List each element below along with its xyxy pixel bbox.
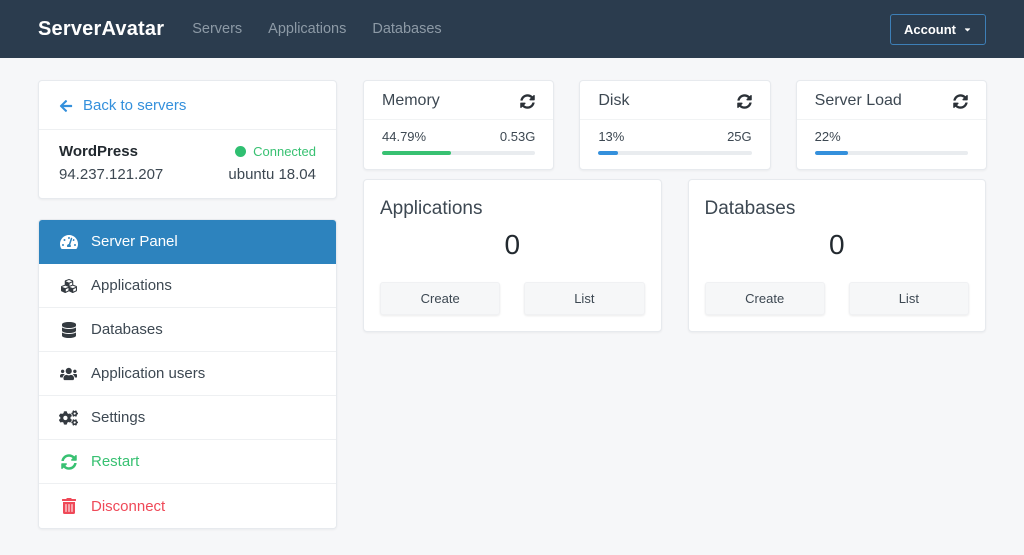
server-name: WordPress (59, 143, 138, 160)
applications-panel-title: Applications (380, 198, 483, 219)
server-info: WordPress Connected 94.237.121.207 ubunt… (39, 130, 336, 198)
refresh-icon (520, 93, 536, 109)
applications-list-button[interactable]: List (524, 282, 645, 315)
sidebar-item-settings[interactable]: Settings (39, 396, 336, 440)
databases-panel: Databases 0 Create List (687, 179, 986, 332)
applications-count: 0 (504, 229, 521, 260)
refresh-icon (736, 93, 752, 109)
sidebar-item-applications[interactable]: Applications (39, 264, 336, 308)
disk-refresh-button[interactable] (736, 93, 752, 109)
disk-value: 25G (727, 129, 752, 144)
brand-logo[interactable]: ServerAvatar (38, 18, 164, 41)
nav-links: Servers Applications Databases (192, 21, 441, 37)
server-info-card: Back to servers WordPress Connected 94.2… (38, 80, 337, 199)
sidebar-menu: Server Panel Applications Databases Appl… (38, 219, 337, 529)
tachometer-icon (59, 234, 78, 250)
memory-progress-bar (382, 151, 536, 155)
sync-icon (59, 453, 78, 470)
arrow-left-icon (59, 99, 73, 112)
memory-title: Memory (382, 92, 440, 109)
disk-percent: 13% (598, 129, 625, 144)
cubes-icon (59, 278, 78, 294)
trash-icon (59, 498, 78, 514)
memory-refresh-button[interactable] (520, 93, 536, 109)
disk-progress-bar (598, 151, 752, 155)
sidebar-item-application-users[interactable]: Application users (39, 352, 336, 396)
status-dot-icon (235, 146, 247, 157)
disk-card: Disk 13% 25G (579, 80, 771, 170)
nav-link-servers[interactable]: Servers (192, 21, 242, 37)
top-navbar: ServerAvatar Servers Applications Databa… (0, 0, 1024, 58)
memory-card: Memory 44.79% 0.53G (363, 80, 555, 170)
applications-panel: Applications 0 Create List (363, 179, 662, 332)
sidebar-item-label: Server Panel (91, 233, 178, 250)
caret-down-icon (964, 27, 971, 31)
sidebar-item-databases[interactable]: Databases (39, 308, 336, 352)
sidebar-item-label: Applications (91, 277, 172, 294)
panels-row: Applications 0 Create List Databases 0 C… (363, 179, 986, 332)
refresh-icon (953, 93, 968, 109)
sidebar-item-disconnect[interactable]: Disconnect (39, 484, 336, 528)
server-load-progress-bar (814, 151, 968, 155)
status-badge: Connected (235, 144, 316, 159)
memory-value: 0.53G (499, 129, 536, 144)
databases-create-button[interactable]: Create (704, 282, 825, 315)
account-label: Account (904, 21, 956, 37)
server-ip: 94.237.121.207 (59, 166, 164, 183)
nav-link-applications[interactable]: Applications (268, 21, 346, 37)
sidebar-item-server-panel[interactable]: Server Panel (39, 220, 336, 264)
status-label: Connected (253, 144, 316, 159)
sidebar-item-label: Databases (91, 321, 163, 338)
disk-title: Disk (598, 92, 630, 109)
nav-link-databases[interactable]: Databases (372, 21, 441, 37)
back-to-servers-link[interactable]: Back to servers (39, 81, 336, 130)
account-dropdown-button[interactable]: Account (890, 13, 986, 45)
stats-row: Memory 44.79% 0.53G Disk 13% 25G Server … (363, 80, 987, 170)
sidebar-item-label: Restart (91, 453, 140, 470)
sidebar-item-label: Settings (91, 409, 146, 426)
server-load-refresh-button[interactable] (953, 93, 968, 109)
sidebar-item-label: Disconnect (91, 497, 166, 515)
memory-percent: 44.79% (382, 129, 427, 144)
back-to-servers-label: Back to servers (83, 97, 187, 114)
databases-list-button[interactable]: List (848, 282, 969, 315)
sidebar-item-label: Application users (91, 365, 206, 382)
database-icon (59, 321, 78, 338)
server-load-percent: 22% (814, 129, 841, 144)
databases-count: 0 (828, 229, 845, 260)
sidebar-item-restart[interactable]: Restart (39, 440, 336, 484)
server-load-title: Server Load (814, 92, 902, 109)
databases-panel-title: Databases (704, 198, 796, 219)
applications-create-button[interactable]: Create (380, 282, 501, 315)
server-os: ubuntu 18.04 (228, 166, 316, 183)
users-icon (59, 367, 78, 381)
cogs-icon (59, 409, 78, 426)
server-load-card: Server Load 22% (795, 80, 987, 170)
